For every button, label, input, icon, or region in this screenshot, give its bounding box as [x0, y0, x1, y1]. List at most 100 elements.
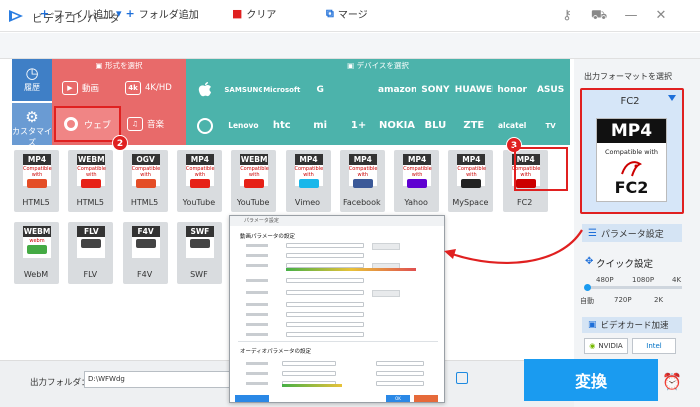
device-brand-row2-3[interactable]: mi	[301, 112, 339, 140]
clear-button[interactable]: ■ クリア	[232, 6, 276, 21]
close-button[interactable]: ✕	[652, 8, 670, 23]
dialog-custom-button[interactable]	[372, 290, 400, 297]
dialog-select[interactable]	[286, 243, 364, 248]
tile-label: HTML5	[22, 198, 50, 207]
dialog-row-label	[246, 264, 268, 267]
quality-slider[interactable]	[586, 286, 682, 289]
dialog-row-label	[246, 362, 268, 365]
dialog-custom-button[interactable]	[372, 243, 400, 250]
cart-icon[interactable]: ⛟	[590, 8, 608, 25]
dialog-ok-button[interactable]: OK	[386, 395, 410, 402]
4k-icon: 4k	[125, 81, 141, 95]
music-icon: ♫	[127, 117, 143, 131]
device-brand-1[interactable]: Microsoft	[263, 76, 301, 104]
dialog-select[interactable]	[282, 371, 336, 376]
music-format-button[interactable]: ♫ 音楽	[127, 110, 164, 138]
dialog-select[interactable]	[376, 381, 424, 386]
music-format-label: 音楽	[147, 120, 165, 130]
add-file-button[interactable]: + ファイル追加	[40, 6, 113, 21]
video-format-button[interactable]: ▶ 動画	[62, 74, 99, 102]
chevron-down-icon[interactable]	[668, 95, 676, 101]
tile-format-cap: MP4	[294, 154, 323, 165]
tile-body: Compatible with	[294, 165, 323, 188]
minimize-button[interactable]: —	[622, 8, 640, 23]
quality-slider-handle[interactable]	[584, 284, 591, 291]
tile-body: Compatible with	[185, 165, 215, 188]
device-brand-row2-7[interactable]: ZTE	[455, 112, 493, 140]
hd-format-button[interactable]: 4k 4K/HD	[125, 74, 172, 102]
volume-gradient-bar[interactable]	[282, 384, 342, 387]
tile-label: Yahoo	[404, 198, 428, 207]
customize-button[interactable]: ⚙ カスタマイズ	[12, 103, 52, 147]
dialog-cancel-button[interactable]	[414, 395, 438, 402]
device-brand-0[interactable]: SAMSUNG	[224, 76, 262, 104]
dialog-row-label	[246, 254, 268, 257]
output-format-title: 出力フォーマットを選択	[584, 72, 672, 81]
convert-button[interactable]: 変換	[524, 359, 658, 401]
device-brand-row2-5[interactable]: NOKIA	[378, 112, 416, 140]
device-brand-row2-8[interactable]: alcatel	[493, 112, 531, 140]
key-icon[interactable]: ⚷	[558, 8, 576, 23]
quality-2k-label: 2K	[654, 296, 664, 304]
device-brand-7[interactable]: honor	[493, 76, 531, 104]
tile-body: Compatible with	[131, 165, 160, 188]
gpu-acceleration-button[interactable]: ▣ ビデオカード加速	[582, 317, 682, 333]
dialog-select[interactable]	[286, 253, 364, 258]
device-brand-grid: SAMSUNG Microsoft Gamazon SONY HUAWEI honor AS…	[186, 74, 570, 142]
device-brand-4[interactable]: amazon	[378, 76, 416, 104]
dialog-default-button[interactable]	[235, 395, 269, 402]
device-brand-row2-9[interactable]: TV	[532, 112, 570, 140]
device-brand-3[interactable]	[340, 76, 378, 104]
dialog-select[interactable]	[376, 371, 424, 376]
tile-body: webm	[23, 237, 51, 258]
dialog-row-label	[246, 313, 268, 316]
dialog-divider	[238, 341, 438, 342]
web-format-button[interactable]: ウェブ	[54, 106, 121, 142]
tile-label: HTML5	[130, 198, 159, 207]
device-brand-row2-0[interactable]	[186, 112, 224, 140]
device-brand-5[interactable]: SONY	[416, 76, 454, 104]
dialog-select[interactable]	[282, 361, 336, 366]
dialog-select[interactable]	[286, 290, 364, 295]
add-folder-button[interactable]: ▾ + フォルダ追加	[116, 6, 199, 21]
tile-logo-icon	[81, 179, 102, 188]
open-folder-icon[interactable]	[456, 372, 468, 384]
tile-format-cap: MP4	[403, 154, 432, 165]
dialog-select[interactable]	[286, 332, 364, 337]
tile-compat-text: Compatible with	[77, 166, 106, 178]
parameter-settings-button[interactable]: ☰ パラメータ設定	[582, 224, 682, 242]
format-band-header: ▣ 形式を選択	[95, 61, 143, 70]
clear-label: クリア	[246, 10, 277, 21]
app-logo-icon	[9, 10, 23, 22]
tile-body	[131, 237, 160, 258]
tile-logo-icon	[298, 179, 319, 188]
dialog-select[interactable]	[286, 312, 364, 317]
tile-format-cap: WEBM	[23, 226, 51, 237]
device-brand-8[interactable]: ASUS	[532, 76, 570, 104]
tile-logo-icon	[189, 179, 210, 188]
tile-format-cap: MP4	[348, 154, 377, 165]
device-brand-row2-4[interactable]: 1+	[340, 112, 378, 140]
dialog-select[interactable]	[376, 361, 424, 366]
dialog-select[interactable]	[286, 278, 364, 283]
device-brand-2[interactable]: G	[301, 76, 339, 104]
tile-logo-icon	[244, 179, 265, 188]
output-folder-input[interactable]: D:\WFWdg	[84, 371, 234, 388]
device-brand-6[interactable]: HUAWEI	[455, 76, 493, 104]
device-brand-row2-6[interactable]: BLU	[416, 112, 454, 140]
tile-compat-text: Compatible with	[457, 166, 487, 178]
tile-label: FLV	[83, 270, 98, 279]
tile-label: F4V	[137, 270, 153, 279]
device-brand-row2-1[interactable]: Lenovo	[224, 112, 262, 140]
history-button[interactable]: ◷ 履歴	[12, 59, 52, 101]
alarm-clock-icon[interactable]: ⏰	[662, 372, 682, 392]
tile-label: MySpace	[452, 198, 489, 207]
tile-logo-icon	[352, 179, 373, 188]
apple-icon[interactable]	[186, 76, 224, 104]
dialog-select[interactable]	[286, 302, 364, 307]
merge-button[interactable]: ⧉ マージ	[326, 6, 368, 22]
nvidia-label: NVIDIA	[598, 342, 623, 350]
device-brand-row2-2[interactable]: htc	[263, 112, 301, 140]
dialog-select[interactable]	[286, 322, 364, 327]
tile-logo-icon	[135, 179, 156, 188]
